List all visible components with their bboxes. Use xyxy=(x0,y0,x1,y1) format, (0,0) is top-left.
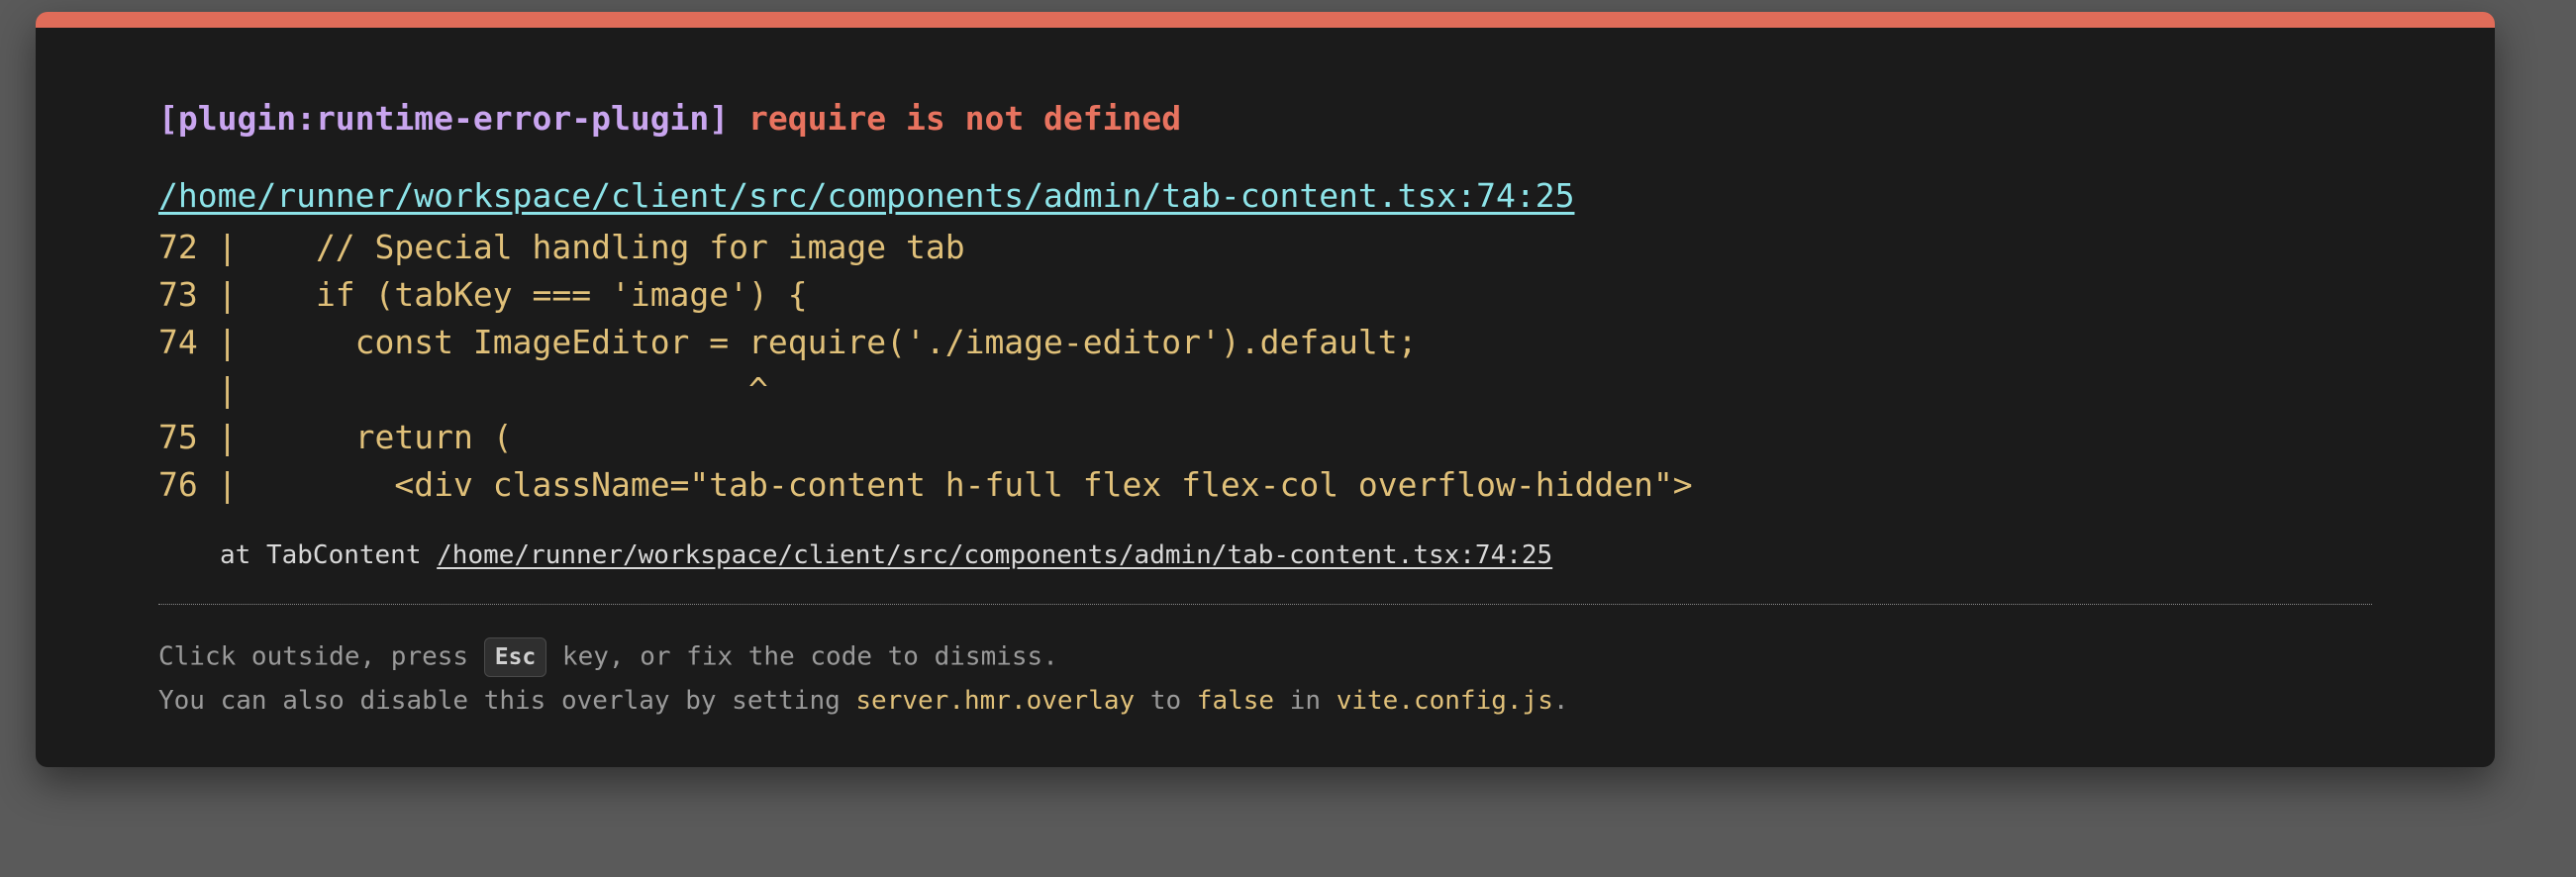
plugin-tag: [plugin:runtime-error-plugin] xyxy=(158,99,730,138)
tip-text: Click outside, press xyxy=(158,641,484,672)
code-line: 75 | return ( xyxy=(158,418,513,456)
code-line: 72 | // Special handling for image tab xyxy=(158,228,965,266)
tip-text: in xyxy=(1274,686,1337,716)
tip-text: . xyxy=(1552,686,1569,716)
error-message: require is not defined xyxy=(748,99,1182,138)
divider xyxy=(158,604,2372,605)
disable-tip: You can also disable this overlay by set… xyxy=(158,684,1569,718)
tip-text: to xyxy=(1135,686,1197,716)
error-title: [plugin:runtime-error-plugin] require is… xyxy=(158,99,1181,139)
error-file-link[interactable]: /home/runner/workspace/client/src/compon… xyxy=(158,176,1574,216)
stack-file-link[interactable]: /home/runner/workspace/client/src/compon… xyxy=(437,540,1552,570)
error-overlay: [plugin:runtime-error-plugin] require is… xyxy=(36,12,2495,767)
code-caret-line: | ^ xyxy=(158,370,768,409)
esc-key: Esc xyxy=(483,637,547,677)
code-line: 74 | const ImageEditor = require('./imag… xyxy=(158,323,1418,361)
tip-text: You can also disable this overlay by set… xyxy=(158,686,856,716)
code-line: 73 | if (tabKey === 'image') { xyxy=(158,275,808,314)
config-key: server.hmr.overlay xyxy=(855,686,1136,716)
dismiss-tip: Click outside, press Esc key, or fix the… xyxy=(158,637,1058,677)
tip-text: key, or fix the code to dismiss. xyxy=(546,641,1058,672)
config-value: false xyxy=(1196,686,1275,716)
config-file: vite.config.js xyxy=(1336,686,1553,716)
stack-trace: at TabContent /home/runner/workspace/cli… xyxy=(220,538,1552,572)
code-line: 76 | <div className="tab-content h-full … xyxy=(158,465,1693,504)
stack-prefix: at TabContent xyxy=(220,540,438,570)
code-frame: 72 | // Special handling for image tab 73… xyxy=(158,224,1693,509)
